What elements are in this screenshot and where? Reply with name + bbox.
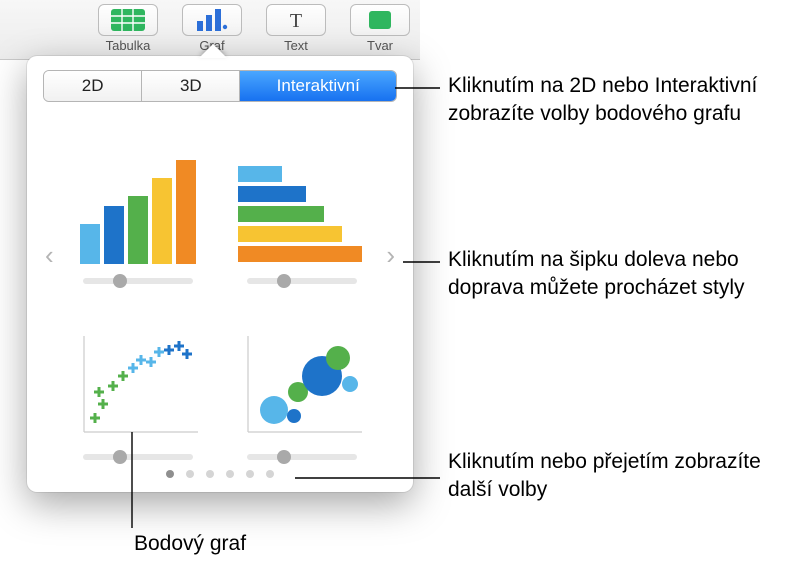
chart-popover: 2D 3D Interaktivní ‹ ›	[27, 56, 413, 492]
page-dot[interactable]	[166, 470, 174, 478]
style-slider[interactable]	[247, 454, 357, 460]
popover-body: 2D 3D Interaktivní ‹ ›	[27, 56, 413, 492]
popover-arrow	[199, 44, 227, 58]
toolbar-label: Tabulka	[106, 38, 151, 53]
bubble-icon	[238, 332, 366, 440]
segmented-control: 2D 3D Interaktivní	[43, 70, 397, 102]
scatter-icon	[74, 332, 202, 440]
page-dot[interactable]	[246, 470, 254, 478]
toolbar-button-tvar[interactable]: Tvar	[340, 0, 420, 59]
chart-grid	[69, 126, 371, 460]
shape-icon	[350, 4, 410, 36]
chart-style-bubble[interactable]	[233, 302, 371, 460]
tab-2d[interactable]: 2D	[44, 71, 142, 101]
chart-icon	[182, 4, 242, 36]
toolbar-button-text[interactable]: T Text	[256, 0, 336, 59]
page-dot[interactable]	[226, 470, 234, 478]
toolbar-label: Tvar	[367, 38, 393, 53]
callout-tabs: Kliknutím na 2D nebo Interaktivní zobraz…	[448, 72, 808, 129]
chart-style-bar-vertical[interactable]	[69, 126, 207, 284]
callout-dots: Kliknutím nebo přejetím zobrazíte další …	[448, 448, 808, 505]
text-icon: T	[266, 4, 326, 36]
callout-scatter: Bodový graf	[134, 530, 434, 558]
style-slider[interactable]	[83, 278, 193, 284]
page-dots[interactable]	[27, 470, 413, 478]
toolbar-label: Text	[284, 38, 308, 53]
chevron-right-icon[interactable]: ›	[386, 240, 395, 271]
tab-interaktivni[interactable]: Interaktivní	[240, 71, 396, 101]
chart-area: ‹ ›	[43, 120, 397, 460]
bar-horizontal-icon	[238, 156, 366, 264]
svg-text:T: T	[290, 10, 302, 31]
tab-3d[interactable]: 3D	[142, 71, 240, 101]
chevron-left-icon[interactable]: ‹	[45, 240, 54, 271]
bar-vertical-icon	[74, 156, 202, 264]
page-dot[interactable]	[186, 470, 194, 478]
page-dot[interactable]	[206, 470, 214, 478]
chart-style-scatter[interactable]	[69, 302, 207, 460]
table-icon	[98, 4, 158, 36]
style-slider[interactable]	[83, 454, 193, 460]
style-slider[interactable]	[247, 278, 357, 284]
chart-style-bar-horizontal[interactable]	[233, 126, 371, 284]
page-dot[interactable]	[266, 470, 274, 478]
callout-arrow: Kliknutím na šipku doleva nebo doprava m…	[448, 246, 808, 303]
toolbar-button-tabulka[interactable]: Tabulka	[88, 0, 168, 59]
